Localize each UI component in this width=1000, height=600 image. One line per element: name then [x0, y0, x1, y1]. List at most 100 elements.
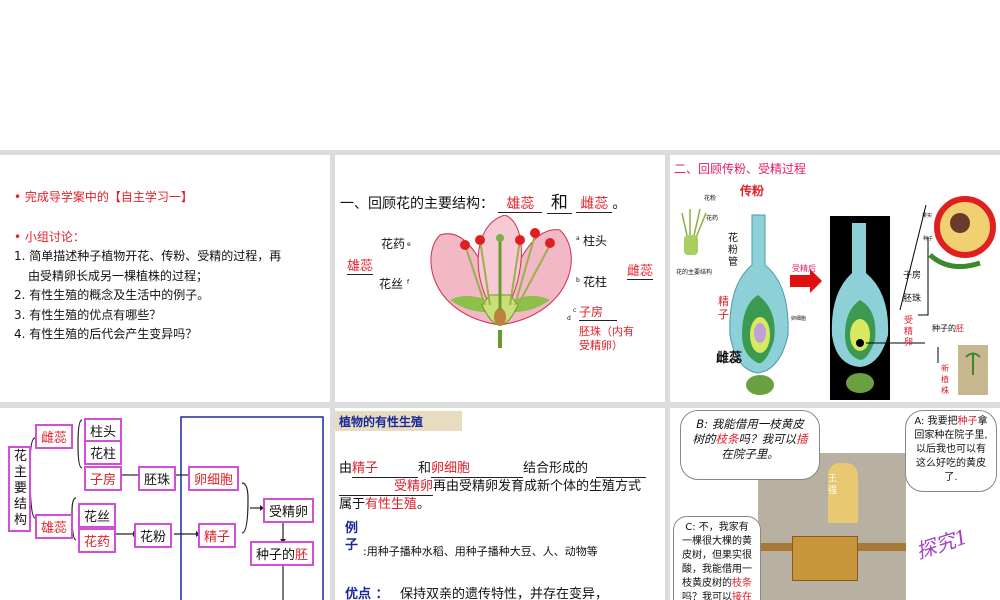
t: 这么好吃的黄皮: [916, 458, 986, 469]
text: 再由受精卵发育成新个体的生殖方式: [433, 479, 642, 494]
label-ovule: 胚珠（内有 受精卵）: [579, 325, 634, 353]
and-text: 和: [546, 193, 572, 214]
question-item: 4. 有性生殖的后代会产生变异吗？: [14, 327, 198, 341]
heading-text: 一、回顾花的主要结构：: [340, 196, 494, 212]
advantage-text: 保持双亲的遗传特性，并存在变异，: [400, 587, 609, 600]
t: 皮树，但果实很: [682, 550, 752, 561]
t: 拿: [977, 416, 988, 427]
fertilization-illustration: [681, 196, 996, 400]
node-flower-structure: 花主要结构: [8, 446, 31, 532]
label-new-plant: 新 植 株: [941, 364, 949, 395]
label-style: 花柱: [583, 275, 608, 289]
t: 了.: [944, 472, 958, 483]
text: 。: [417, 497, 431, 512]
label-egg: 卵细胞: [791, 316, 807, 322]
text: 结合形成的: [523, 461, 589, 476]
question-item: 2. 有性生殖的概念及生活中的例子。: [14, 288, 210, 302]
speech-bubble-b: B: 我能借用一枝黄皮 树的枝条吗？我可以插 在院子里。: [680, 410, 820, 480]
label-zygote: 受 精 卵: [904, 316, 914, 348]
embryo-prefix: 种子的: [932, 324, 956, 333]
t: 吗？我可以: [682, 592, 732, 600]
t: 回家种在院子里,: [914, 430, 988, 441]
definition-text: 由精子和卵细胞结合形成的​ 受精卵再由受精卵发育成新个体的生殖方式 属于有性生殖…: [339, 460, 647, 513]
ovule-line2: 受精卵）: [579, 339, 623, 352]
section-title: 植物的有性生殖: [335, 411, 462, 431]
embryo-word: 胚: [956, 324, 964, 333]
embryo-word: 胚: [295, 548, 309, 563]
node-zygote: 受精卵: [263, 498, 315, 523]
ovule-line1: 胚珠（内有: [579, 325, 634, 338]
t: 枝条: [732, 578, 752, 589]
panel-explore[interactable]: 王 强 B: 我能借用一枝黄皮 树的枝条吗？我可以插 在院子里。 A: 我要把种…: [670, 408, 1000, 600]
node-ovary: 子房: [84, 466, 123, 491]
label-stigma: 柱头: [583, 234, 608, 248]
slide-grid: • 完成导学案中的【自主学习一】 • 小组讨论： 1. 简单描述种子植物开花、传…: [0, 150, 1000, 600]
node-pistil: 雌蕊: [35, 424, 74, 449]
t: 种子: [957, 416, 978, 427]
question-item: 由受精卵长成另一棵植株的过程；: [28, 268, 209, 283]
question-item: 3. 有性生殖的优点有哪些？: [14, 307, 162, 322]
panel-flower-structure[interactable]: 一、回顾花的主要结构： 雄蕊 和 雌蕊。 花药 花丝 雄蕊 柱头 花柱 雌蕊 子…: [335, 155, 665, 402]
panel-structure-map[interactable]: 花主要结构 雌蕊 雄蕊 柱头 花柱 子房 花丝 花药 胚珠 花粉 卵细胞 精子 …: [0, 408, 330, 600]
node-ovule: 胚珠: [138, 466, 177, 491]
label-ovule: 胚珠: [903, 294, 922, 304]
text: 由: [339, 461, 353, 476]
letter-f: f: [407, 279, 410, 286]
bubble-line: B: 我能借用一枝黄皮: [696, 417, 804, 431]
t: 枝条: [715, 432, 739, 446]
label-filament: 花丝: [379, 277, 404, 291]
label-sperm: 精 子: [718, 295, 729, 321]
flower-illustration: [430, 215, 572, 348]
letter-a: a: [576, 235, 580, 242]
answer-stamen: 雄蕊: [498, 196, 543, 213]
speech-bubble-c: C: 不，我家有 一棵很大棵的黄 皮树，但果实很 酸，我能借用一 枝黄皮树的枝条…: [673, 516, 761, 600]
answer-pistil: 雌蕊: [576, 196, 613, 213]
question-list: 1. 简单描述种子植物开花、传粉、受精的过程，再 由受精卵长成另一棵植株的过程；…: [14, 247, 281, 345]
example-label: 例 子: [345, 521, 359, 553]
label-ovary: 子房: [903, 271, 922, 281]
label-seed: 种子: [923, 236, 934, 242]
label-anther: 花药: [381, 237, 406, 251]
t: 一棵很大棵的黄: [682, 536, 752, 547]
text: 和: [418, 461, 432, 476]
node-sperm: 精子: [198, 523, 237, 548]
example-text: :用种子播种水稻、用种子播种大豆、人、动物等: [363, 545, 598, 558]
text: 属于: [339, 497, 366, 512]
label-fruit: 果实: [922, 213, 933, 219]
answer-sexual-reproduction: 有性生殖: [365, 497, 418, 512]
fruit-photo: [792, 536, 858, 581]
label-pistil: 雌蕊: [716, 351, 743, 366]
node-embryo: 种子的胚: [250, 541, 315, 566]
letter-e: e: [407, 241, 411, 248]
label-pollen-tube: 花 粉 管: [728, 233, 738, 268]
panel-discussion[interactable]: • 完成导学案中的【自主学习一】 • 小组讨论： 1. 简单描述种子植物开花、传…: [0, 155, 330, 402]
name-wang-qiang: 王 强: [828, 474, 838, 496]
speech-bubble-a: A: 我要把种子拿 回家种在院子里, 以后我也可以有 这么好吃的黄皮 了.: [905, 410, 997, 492]
pollination-title: 二、回顾传粉、受精过程: [674, 162, 807, 176]
t: 接在: [732, 592, 752, 600]
panel-pollination[interactable]: 二、回顾传粉、受精过程 传粉 花粉 花药 花的主要结构 花 粉 管 精 子 卵细…: [670, 155, 1000, 402]
bullet-text: 完成导学案中的【自主学习一】: [24, 190, 193, 204]
node-filament: 花丝: [78, 503, 117, 528]
blank-zygote: 受精卵: [339, 478, 433, 496]
panel-sexual-reproduction[interactable]: 植物的有性生殖 由精子和卵细胞结合形成的​ 受精卵再由受精卵发育成新个体的生殖方…: [335, 408, 665, 600]
node-egg-cell: 卵细胞: [188, 466, 240, 491]
bullet-self-study: • 完成导学案中的【自主学习一】: [14, 190, 193, 204]
period: 。: [612, 196, 627, 212]
label-after-fertilization: 受精后: [792, 264, 816, 273]
blank-sperm: 精子: [352, 460, 419, 478]
node-stamen: 雄蕊: [35, 514, 74, 539]
t: 以后我也可以有: [916, 444, 986, 455]
bullet-text: 小组讨论：: [24, 230, 85, 244]
flower-heading: 一、回顾花的主要结构： 雄蕊 和 雌蕊。: [340, 188, 627, 214]
node-anther: 花药: [78, 528, 117, 553]
label-stamen-answer: 雄蕊: [347, 255, 374, 275]
t: A: 我要把: [914, 416, 958, 427]
explore-label: 探究1: [913, 524, 971, 564]
t: 插: [796, 432, 808, 446]
label-pistil-answer: 雌蕊: [627, 260, 654, 280]
t: 树的: [692, 432, 716, 446]
embryo-prefix: 种子的: [256, 548, 296, 563]
bubble-line: 在院子里。: [721, 447, 779, 461]
node-style: 花柱: [84, 440, 123, 465]
